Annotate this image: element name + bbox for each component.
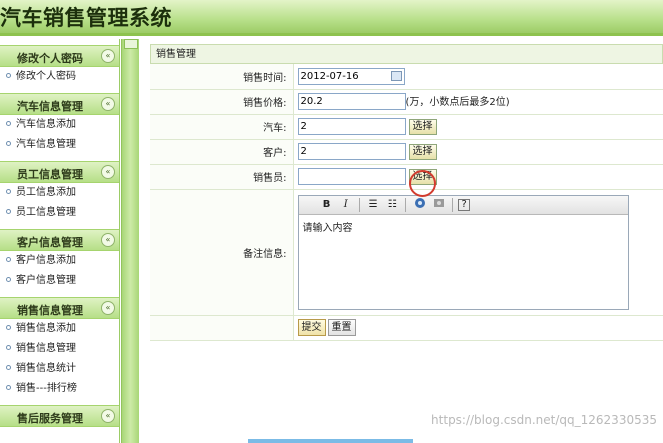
- scroll-indicator: [248, 439, 413, 443]
- sidebar-item-employee-manage[interactable]: 员工信息管理: [0, 203, 119, 223]
- form-row-sale-time: 销售时间:: [150, 64, 663, 90]
- bullet-icon: [6, 72, 11, 78]
- sidebar-item-change-password[interactable]: 修改个人密码: [0, 67, 119, 87]
- price-hint: (万，小数点后最多2位): [405, 96, 510, 108]
- rich-text-editor[interactable]: B I ☰ ☷ ? 请输入内容: [297, 194, 629, 310]
- form-row-customer: 客户: 选择: [150, 139, 663, 165]
- bullet-icon: [6, 208, 11, 214]
- sale-price-input[interactable]: [297, 93, 406, 111]
- collapse-icon[interactable]: «: [101, 409, 115, 423]
- select-customer-button[interactable]: 选择: [408, 143, 437, 160]
- bullet-icon: [6, 364, 11, 370]
- sidebar-item-customer-manage[interactable]: 客户信息管理: [0, 271, 119, 291]
- form-row-actions: 提交 重置: [150, 315, 663, 341]
- sidebar-group-title: 客户信息管理: [17, 236, 83, 249]
- field-label: 客户:: [150, 139, 294, 165]
- sidebar-item-sales-add[interactable]: 销售信息添加: [0, 319, 119, 339]
- toolbar-divider: [405, 197, 407, 212]
- sidebar-group-title: 售后服务管理: [17, 412, 83, 425]
- bullet-icon: [6, 188, 11, 194]
- help-icon[interactable]: ?: [458, 198, 471, 211]
- emoticon-icon[interactable]: [431, 197, 447, 213]
- sidebar-splitter[interactable]: [121, 39, 139, 443]
- sidebar-group-header[interactable]: 销售信息管理 «: [0, 297, 119, 319]
- sidebar-group-title: 员工信息管理: [17, 168, 83, 181]
- sidebar-item-sales-ranking[interactable]: 销售---排行榜: [0, 379, 119, 399]
- sidebar-group-title: 销售信息管理: [17, 304, 83, 317]
- collapse-icon[interactable]: «: [101, 165, 115, 179]
- field-label: 汽车:: [150, 114, 294, 140]
- sidebar-group-header[interactable]: 售后服务管理 «: [0, 405, 119, 427]
- sidebar-item-customer-add[interactable]: 客户信息添加: [0, 251, 119, 271]
- sidebar-group-header[interactable]: 汽车信息管理 «: [0, 93, 119, 115]
- sidebar-group-title: 汽车信息管理: [17, 100, 83, 113]
- select-car-button[interactable]: 选择: [408, 118, 437, 135]
- sidebar-group-header[interactable]: 员工信息管理 «: [0, 161, 119, 183]
- sidebar-group-sales: 销售信息管理 « 销售信息添加 销售信息管理 销售信息统计 销售---排行榜: [0, 297, 119, 399]
- customer-input[interactable]: [297, 143, 406, 160]
- sidebar-item-sales-stats[interactable]: 销售信息统计: [0, 359, 119, 379]
- form-row-sale-price: 销售价格: (万，小数点后最多2位): [150, 89, 663, 115]
- reset-button[interactable]: 重置: [327, 319, 356, 336]
- bullet-icon: [6, 276, 11, 282]
- sidebar-group-car: 汽车信息管理 « 汽车信息添加 汽车信息管理: [0, 93, 119, 155]
- app-title: 汽车销售管理系统: [0, 6, 172, 30]
- sidebar-group-header[interactable]: 修改个人密码 «: [0, 45, 119, 67]
- toolbar-divider: [452, 197, 453, 212]
- form-row-car: 汽车: 选择: [150, 114, 663, 140]
- sale-time-input[interactable]: [297, 67, 405, 85]
- toolbar-divider: [358, 197, 360, 212]
- unordered-list-icon[interactable]: ☷: [384, 197, 400, 213]
- app-header: 汽车销售管理系统: [0, 0, 663, 36]
- sidebar-group-title: 修改个人密码: [17, 52, 83, 65]
- sidebar-group-customer: 客户信息管理 « 客户信息添加 客户信息管理: [0, 229, 119, 291]
- form-row-remark: 备注信息: B I ☰ ☷ ? 请输入内容: [150, 189, 663, 316]
- form-row-salesperson: 销售员: 选择: [150, 164, 663, 190]
- image-icon[interactable]: [412, 197, 428, 213]
- field-label: 销售价格:: [150, 89, 294, 115]
- collapse-icon[interactable]: «: [101, 49, 115, 63]
- editor-content[interactable]: 请输入内容: [299, 215, 628, 238]
- submit-button[interactable]: 提交: [297, 319, 326, 336]
- cursor-icon: [409, 170, 436, 197]
- field-label: 备注信息:: [150, 189, 294, 316]
- bold-icon[interactable]: B: [319, 197, 335, 213]
- bullet-icon: [6, 140, 11, 146]
- collapse-icon[interactable]: «: [101, 97, 115, 111]
- salesperson-input[interactable]: [297, 168, 406, 185]
- car-input[interactable]: [297, 118, 406, 135]
- splitter-handle[interactable]: [124, 39, 138, 49]
- collapse-icon[interactable]: «: [101, 301, 115, 315]
- field-label: [150, 315, 294, 341]
- sidebar-group-after-sales: 售后服务管理 «: [0, 405, 119, 427]
- sidebar-item-car-add[interactable]: 汽车信息添加: [0, 115, 119, 135]
- ordered-list-icon[interactable]: ☰: [365, 197, 381, 213]
- sidebar-item-car-manage[interactable]: 汽车信息管理: [0, 135, 119, 155]
- field-label: 销售时间:: [150, 64, 294, 90]
- sidebar: 修改个人密码 « 修改个人密码 汽车信息管理 « 汽车信息添加 汽车信息管理 员…: [0, 39, 120, 443]
- bullet-icon: [6, 344, 11, 350]
- collapse-icon[interactable]: «: [101, 233, 115, 247]
- calendar-icon[interactable]: [390, 70, 402, 81]
- main-panel: 销售管理 销售时间: 销售价格: (万，小数点后最多2位) 汽车: 选择 客户:: [150, 44, 663, 341]
- sidebar-group-employee: 员工信息管理 « 员工信息添加 员工信息管理: [0, 161, 119, 223]
- watermark: https://blog.csdn.net/qq_1262330535: [431, 413, 657, 427]
- bullet-icon: [6, 324, 11, 330]
- editor-toolbar: B I ☰ ☷ ?: [298, 195, 628, 215]
- field-label: 销售员:: [150, 164, 294, 190]
- panel-title: 销售管理: [150, 44, 663, 64]
- italic-icon[interactable]: I: [338, 197, 354, 213]
- sidebar-item-sales-manage[interactable]: 销售信息管理: [0, 339, 119, 359]
- sale-form: 销售时间: 销售价格: (万，小数点后最多2位) 汽车: 选择 客户: 选择: [150, 64, 663, 341]
- sidebar-item-employee-add[interactable]: 员工信息添加: [0, 183, 119, 203]
- bullet-icon: [6, 120, 11, 126]
- bullet-icon: [6, 256, 11, 262]
- sidebar-group-password: 修改个人密码 « 修改个人密码: [0, 45, 119, 87]
- bullet-icon: [6, 384, 11, 390]
- sidebar-group-header[interactable]: 客户信息管理 «: [0, 229, 119, 251]
